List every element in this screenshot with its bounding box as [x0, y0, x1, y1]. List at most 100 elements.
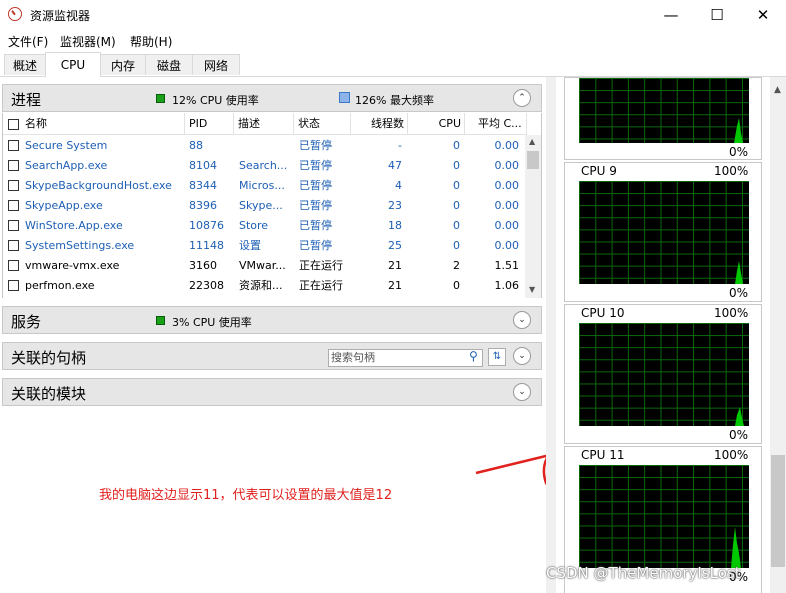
cell-desc: Skype... — [239, 199, 283, 212]
cpu-10-graph: CPU 10 100% 0% — [564, 304, 762, 444]
tab-overview[interactable]: 概述 — [4, 54, 46, 75]
cell-cpu: 0 — [453, 279, 460, 292]
cpu-graph-plot — [579, 323, 749, 426]
cpu-usage-swatch — [156, 94, 165, 103]
cell-pid: 3160 — [189, 259, 217, 272]
cell-pid: 8396 — [189, 199, 217, 212]
row-checkbox[interactable] — [8, 200, 19, 211]
process-table-scrollbar[interactable]: ▲ ▼ — [525, 135, 541, 298]
expand-handles-button[interactable]: ⌄ — [513, 347, 531, 365]
cell-threads: 25 — [388, 239, 402, 252]
modules-header[interactable]: 关联的模块 ⌄ — [2, 378, 542, 406]
cpu-graph-plot — [579, 465, 749, 568]
expand-modules-button[interactable]: ⌄ — [513, 383, 531, 401]
col-threads[interactable]: 线程数 — [351, 113, 408, 135]
cell-threads: 47 — [388, 159, 402, 172]
cell-pid: 22308 — [189, 279, 224, 292]
tab-disk[interactable]: 磁盘 — [145, 54, 193, 75]
processes-max-freq: 126% 最大频率 — [355, 94, 434, 107]
table-row[interactable]: vmware-vmx.exe 3160 VMwar... 正在运行 21 2 1.51 — [3, 256, 527, 276]
row-checkbox[interactable] — [8, 160, 19, 171]
cell-desc: VMwar... — [239, 259, 286, 272]
cell-name: WinStore.App.exe — [25, 219, 123, 232]
tab-cpu[interactable]: CPU — [45, 52, 101, 77]
row-checkbox[interactable] — [8, 240, 19, 251]
menu-file[interactable]: 文件(F) — [8, 33, 48, 50]
cpu-graph-max: 100% — [714, 164, 749, 178]
handles-header[interactable]: 关联的句柄 搜索句柄 ⚲ ⇅ ⌄ — [2, 342, 542, 370]
cell-cpu: 0 — [453, 139, 460, 152]
search-icon[interactable]: ⚲ — [469, 349, 478, 363]
cell-desc — [239, 136, 294, 156]
table-row[interactable]: WinStore.App.exe 10876 Store 已暂停 18 0 0.00 — [3, 216, 527, 236]
table-row[interactable]: SearchApp.exe 8104 Search... 已暂停 47 0 0.00 — [3, 156, 527, 176]
cell-threads: 21 — [388, 259, 402, 272]
row-checkbox[interactable] — [8, 180, 19, 191]
cell-pid: 88 — [189, 139, 203, 152]
row-checkbox[interactable] — [8, 260, 19, 271]
cell-threads: - — [398, 139, 402, 152]
pane-splitter[interactable] — [546, 77, 556, 593]
cell-threads: 21 — [388, 279, 402, 292]
services-title: 服务 — [11, 313, 42, 331]
chevron-down-icon: ⌄ — [518, 351, 526, 361]
expand-services-button[interactable]: ⌄ — [513, 311, 531, 329]
cell-avg: 0.00 — [494, 159, 520, 172]
scroll-up-icon[interactable]: ▲ — [774, 85, 781, 95]
handles-title: 关联的句柄 — [11, 349, 87, 367]
col-pid[interactable]: PID — [185, 113, 234, 135]
cell-avg: 0.00 — [494, 239, 520, 252]
cell-name: vmware-vmx.exe — [25, 259, 120, 272]
col-avg-cpu[interactable]: 平均 C... — [465, 113, 527, 135]
refresh-search-button[interactable]: ⇅ — [488, 348, 506, 366]
scroll-up-icon[interactable]: ▲ — [529, 137, 535, 146]
cell-desc: 设置 — [239, 239, 261, 252]
tab-memory[interactable]: 内存 — [100, 54, 146, 75]
cell-status: 已暂停 — [299, 179, 332, 192]
row-checkbox[interactable] — [8, 280, 19, 291]
scrollbar-thumb[interactable] — [527, 151, 539, 169]
tab-network[interactable]: 网络 — [192, 54, 240, 75]
scroll-down-icon[interactable]: ▼ — [529, 285, 535, 294]
services-cpu-usage: 3% CPU 使用率 — [172, 316, 252, 329]
select-all-checkbox[interactable] — [8, 119, 19, 130]
processes-header[interactable]: 进程 12% CPU 使用率 126% 最大频率 ⌃ — [2, 84, 542, 112]
cpu-graph-plot — [579, 78, 749, 143]
minimize-button[interactable]: — — [648, 0, 694, 30]
table-row[interactable]: SkypeBackgroundHost.exe 8344 Micros... 已暂停 4… — [3, 176, 527, 196]
table-row[interactable]: Secure System 88 已暂停 - 0 0.00 — [3, 136, 527, 156]
col-desc[interactable]: 描述 — [234, 113, 294, 135]
cell-avg: 0.00 — [494, 179, 520, 192]
sort-indicator-icon: ⌃ — [320, 113, 327, 117]
maximize-button[interactable]: ☐ — [694, 0, 740, 30]
cell-status: 已暂停 — [299, 239, 332, 252]
handles-search-input[interactable]: 搜索句柄 — [328, 349, 483, 367]
processes-title: 进程 — [11, 91, 42, 109]
table-row[interactable]: SystemSettings.exe 11148 设置 已暂停 25 0 0.00 — [3, 236, 527, 256]
graphs-scrollbar-thumb[interactable] — [771, 455, 785, 567]
table-row[interactable]: perfmon.exe 22308 资源和... 正在运行 21 0 1.06 — [3, 276, 527, 296]
col-name[interactable]: 名称 — [21, 113, 185, 135]
annotation-text: 我的电脑这边显示11，代表可以设置的最大值是12 — [99, 488, 393, 503]
chevron-up-icon: ⌃ — [518, 93, 526, 103]
row-checkbox[interactable] — [8, 140, 19, 151]
collapse-processes-button[interactable]: ⌃ — [513, 89, 531, 107]
cell-threads: 4 — [395, 179, 402, 192]
cell-pid: 10876 — [189, 219, 224, 232]
cell-cpu: 0 — [453, 239, 460, 252]
services-header[interactable]: 服务 3% CPU 使用率 ⌄ — [2, 306, 542, 334]
col-cpu[interactable]: CPU — [408, 113, 465, 135]
chevron-down-icon: ⌄ — [518, 315, 526, 325]
cpu-graph-partial: 0% — [564, 77, 762, 160]
cell-threads: 18 — [388, 219, 402, 232]
cell-cpu: 0 — [453, 199, 460, 212]
menu-monitor[interactable]: 监视器(M) — [60, 33, 116, 50]
menu-help[interactable]: 帮助(H) — [130, 33, 172, 50]
row-checkbox[interactable] — [8, 220, 19, 231]
process-table: 名称 PID 描述 状态 线程数 CPU 平均 C... ⌃ Secure Sy… — [2, 113, 542, 298]
processes-cpu-usage: 12% CPU 使用率 — [172, 94, 259, 107]
cell-pid: 8344 — [189, 179, 217, 192]
close-button[interactable]: ✕ — [740, 0, 786, 30]
table-row[interactable]: SkypeApp.exe 8396 Skype... 已暂停 23 0 0.00 — [3, 196, 527, 216]
cell-status: 已暂停 — [299, 219, 332, 232]
